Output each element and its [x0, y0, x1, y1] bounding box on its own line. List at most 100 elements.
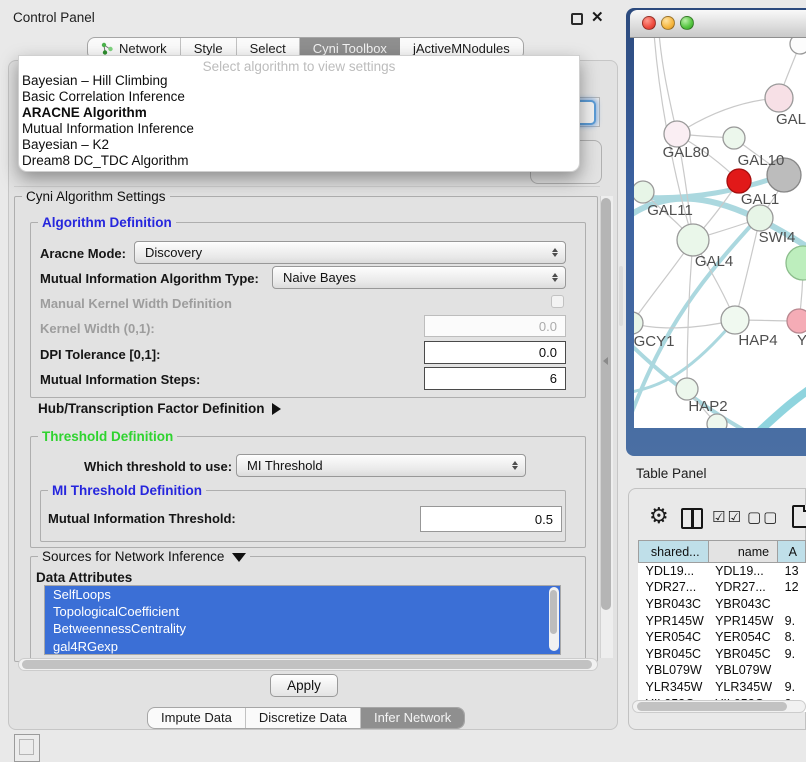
network-node-swi4[interactable]: [747, 205, 773, 231]
column-header-name[interactable]: name: [708, 541, 778, 563]
table-cell[interactable]: YBL079W: [639, 662, 709, 679]
network-node[interactable]: [790, 38, 806, 54]
data-attribute-item[interactable]: SelfLoops: [45, 586, 560, 603]
network-node[interactable]: [723, 127, 745, 149]
manual-kernel-checkbox[interactable]: [551, 295, 564, 308]
attributes-scrollbar-thumb[interactable]: [550, 590, 557, 634]
table-cell[interactable]: YDR27...: [639, 579, 709, 596]
which-threshold-select[interactable]: MI Threshold: [236, 454, 526, 477]
aracne-mode-select[interactable]: Discovery: [134, 241, 566, 264]
mi-type-select[interactable]: Naive Bayes: [272, 266, 566, 289]
dock-panel-icon[interactable]: [14, 734, 40, 762]
table-row[interactable]: YBR043CYBR043C: [639, 596, 806, 613]
table-cell[interactable]: 8.: [778, 629, 806, 646]
table-cell[interactable]: YLR345W: [708, 679, 778, 696]
table-cell[interactable]: YDL19...: [639, 563, 709, 580]
table-cell[interactable]: YLR345W: [639, 679, 709, 696]
hub-section-toggle[interactable]: Hub/Transcription Factor Definition: [38, 401, 281, 416]
column-header-a[interactable]: A: [778, 541, 806, 563]
cyni-settings-legend: Cyni Algorithm Settings: [22, 189, 170, 204]
table-row[interactable]: YER054CYER054C8.: [639, 629, 806, 646]
minimize-window-icon[interactable]: [661, 16, 675, 30]
network-node[interactable]: [786, 246, 806, 280]
network-node-gal4[interactable]: [677, 224, 709, 256]
table-cell[interactable]: 12: [778, 579, 806, 596]
table-row[interactable]: YDR27...YDR27...12: [639, 579, 806, 596]
apply-button[interactable]: Apply: [270, 674, 338, 697]
table-cell[interactable]: 9.: [778, 645, 806, 662]
algorithm-option[interactable]: ARACNE Algorithm: [19, 105, 579, 121]
network-window-titlebar[interactable]: [630, 10, 806, 38]
table-cell[interactable]: YPR145W: [708, 612, 778, 629]
network-node-hap4[interactable]: [721, 306, 749, 334]
algorithm-option[interactable]: Basic Correlation Inference: [19, 89, 579, 105]
network-node-y[interactable]: [787, 309, 806, 333]
mi-steps-input[interactable]: 6: [424, 367, 566, 390]
table-cell[interactable]: YDL19...: [708, 563, 778, 580]
algorithm-option[interactable]: Mutual Information Inference: [19, 121, 579, 137]
algorithm-option[interactable]: Bayesian – Hill Climbing: [19, 73, 579, 89]
table-cell[interactable]: YDR27...: [708, 579, 778, 596]
tab-impute-data[interactable]: Impute Data: [148, 708, 246, 728]
network-node-gal1[interactable]: [727, 169, 751, 193]
float-panel-icon[interactable]: [571, 13, 583, 25]
select-all-columns-icon[interactable]: ☑☑: [712, 508, 743, 526]
table-settings-gear-icon[interactable]: ⚙: [649, 504, 669, 529]
table-cell[interactable]: YBR045C: [639, 645, 709, 662]
algorithm-option[interactable]: Bayesian – K2: [19, 137, 579, 153]
dpi-tolerance-input[interactable]: 0.0: [424, 341, 566, 364]
node-label: GAL80: [663, 144, 710, 161]
data-attribute-item[interactable]: TopologicalCoefficient: [45, 603, 560, 620]
new-table-icon[interactable]: [792, 505, 806, 528]
tab-infer-network[interactable]: Infer Network: [361, 708, 464, 728]
table-cell[interactable]: YBL079W: [708, 662, 778, 679]
table-row[interactable]: YPR145WYPR145W9.: [639, 612, 806, 629]
table-cell[interactable]: YPR145W: [639, 612, 709, 629]
control-panel-title: Control Panel: [13, 10, 95, 25]
table-row[interactable]: YLR345WYLR345W9.: [639, 679, 806, 696]
splitpane-handle[interactable]: [619, 266, 623, 326]
splitpane-collapse-arrow[interactable]: [603, 357, 608, 365]
tab-discretize-data[interactable]: Discretize Data: [246, 708, 361, 728]
network-node-hap2[interactable]: [676, 378, 698, 400]
network-node-gal[interactable]: [765, 84, 793, 112]
table-row[interactable]: YBL079WYBL079W: [639, 662, 806, 679]
table-cell[interactable]: 9.: [778, 612, 806, 629]
zoom-window-icon[interactable]: [680, 16, 694, 30]
expand-arrow-icon[interactable]: [272, 403, 281, 415]
data-attribute-item[interactable]: gal4RGexp: [45, 638, 560, 655]
settings-scrollbar-thumb[interactable]: [601, 198, 611, 610]
split-columns-icon[interactable]: [681, 508, 703, 529]
table-row[interactable]: YDL19...YDL19...13: [639, 563, 806, 580]
table-cell[interactable]: [778, 596, 806, 613]
node-label: Y: [797, 332, 806, 349]
settings-hscrollbar-thumb[interactable]: [22, 660, 592, 669]
column-header-shared[interactable]: shared...: [639, 541, 709, 563]
table-cell[interactable]: YER054C: [708, 629, 778, 646]
network-canvas[interactable]: GALGAL80GAL10GAL1GAL11SWI4GAL4GCY1HAP4YH…: [634, 38, 806, 428]
table-cell[interactable]: 13: [778, 563, 806, 580]
table-hscrollbar-thumb[interactable]: [637, 702, 787, 711]
table-cell[interactable]: YBR043C: [708, 596, 778, 613]
kernel-width-input[interactable]: 0.0: [424, 315, 566, 337]
table-cell[interactable]: 9.: [778, 679, 806, 696]
table-cell[interactable]: YER054C: [639, 629, 709, 646]
deselect-columns-icon[interactable]: ▢▢: [747, 508, 779, 526]
data-attribute-item[interactable]: BetweennessCentrality: [45, 620, 560, 637]
close-panel-icon[interactable]: ✕: [591, 8, 604, 26]
node-table[interactable]: shared...nameA YDL19...YDL19...13YDR27..…: [638, 540, 806, 712]
algorithm-option[interactable]: Dream8 DC_TDC Algorithm: [19, 153, 579, 169]
table-row[interactable]: YBR045CYBR045C9.: [639, 645, 806, 662]
table-cell[interactable]: YBR043C: [639, 596, 709, 613]
network-node-gal11[interactable]: [634, 181, 654, 203]
table-cell[interactable]: [778, 662, 806, 679]
table-cell[interactable]: YBR045C: [708, 645, 778, 662]
sources-legend-label: Sources for Network Inference: [42, 549, 224, 564]
network-node-gcy1[interactable]: [634, 312, 643, 334]
collapse-arrow-icon[interactable]: [232, 553, 246, 562]
sources-legend[interactable]: Sources for Network Inference: [38, 549, 250, 564]
stepper-icon: [512, 455, 518, 476]
network-node[interactable]: [707, 414, 727, 428]
close-window-icon[interactable]: [642, 16, 656, 30]
mi-threshold-input[interactable]: 0.5: [420, 506, 562, 532]
